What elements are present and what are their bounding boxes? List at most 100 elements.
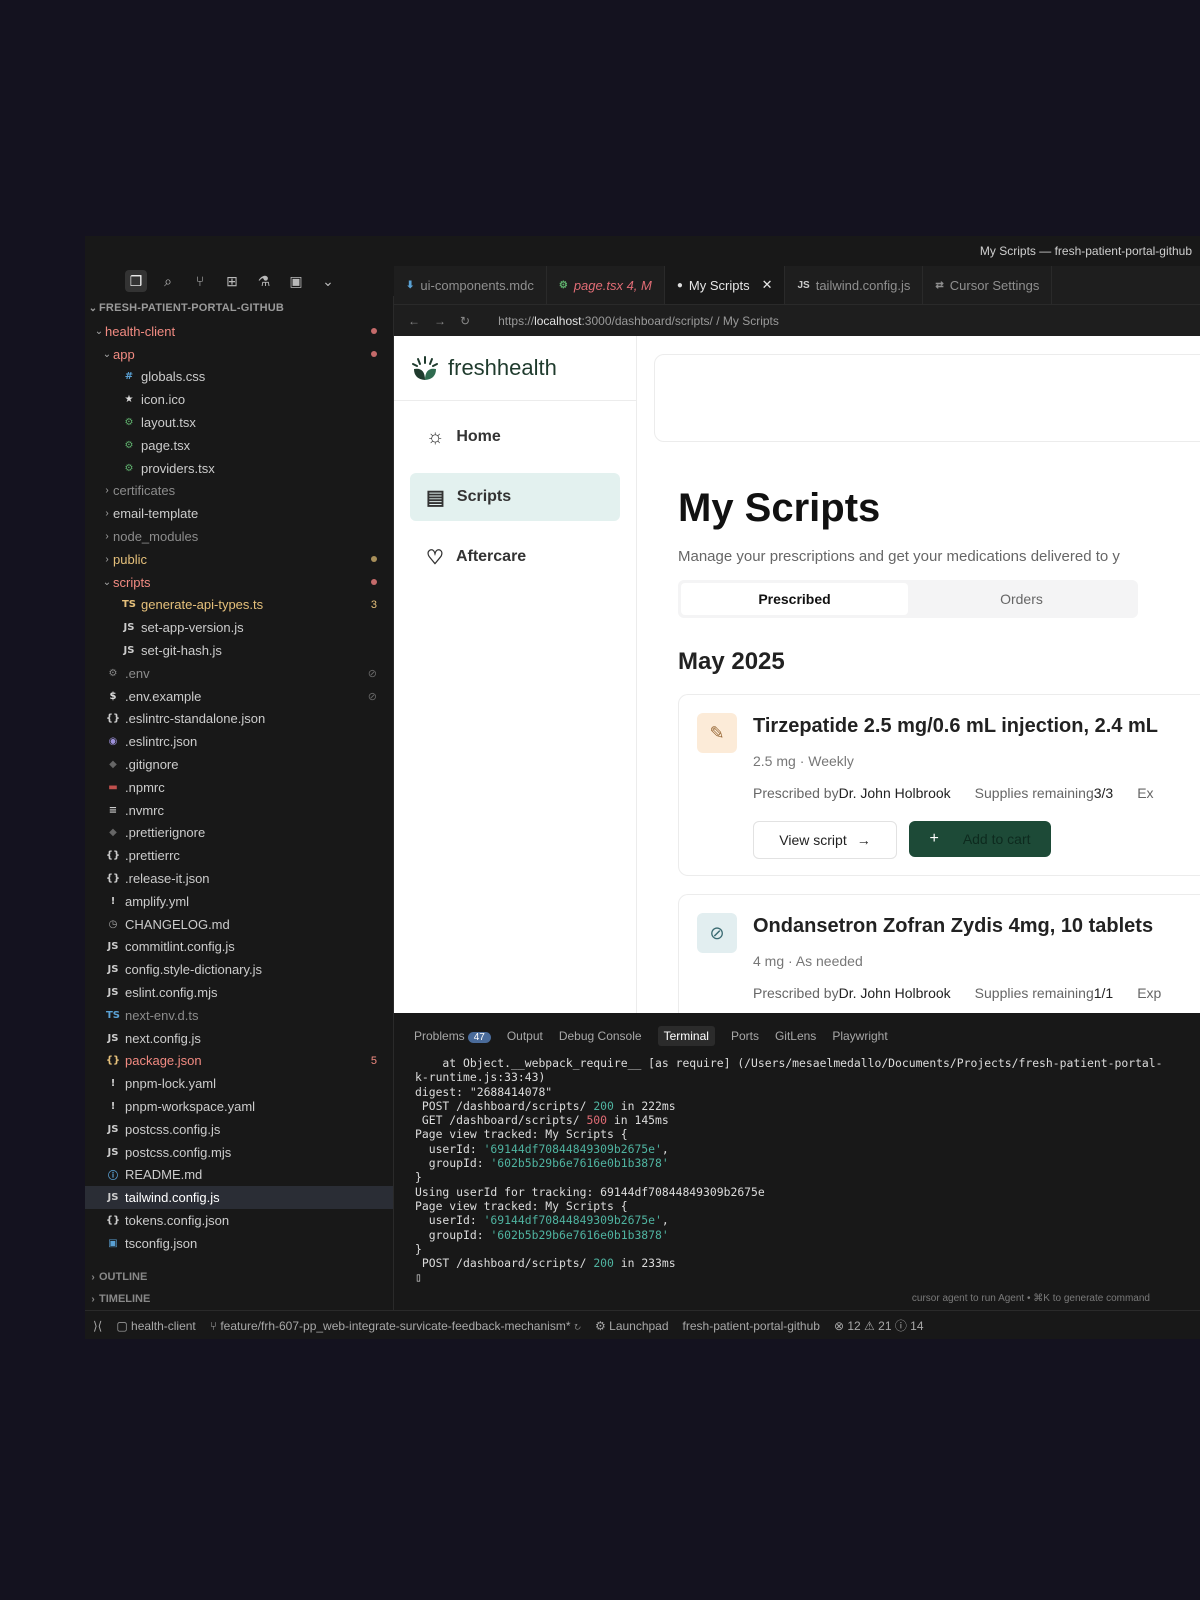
chevron-down-icon[interactable]: ⌄	[317, 270, 339, 292]
tree-item[interactable]: ! pnpm-lock.yaml	[85, 1072, 393, 1095]
nav-label: Home	[456, 428, 501, 445]
tab-playwright[interactable]: Playwright	[832, 1029, 887, 1043]
tree-item[interactable]: ★ icon.ico	[85, 388, 393, 411]
editor-tab[interactable]: ● My Scripts ✕	[664, 266, 786, 304]
tree-item[interactable]: {} tokens.config.json	[85, 1209, 393, 1232]
status-branch[interactable]: ⑂ feature/frh-607-pp_web-integrate-survi…	[210, 1319, 581, 1333]
tree-item[interactable]: ⚙ providers.tsx	[85, 457, 393, 480]
tree-item[interactable]: ◉ .eslintrc.json	[85, 730, 393, 753]
tree-item-label: .release-it.json	[125, 871, 210, 887]
extensions-icon[interactable]: ⊞	[221, 270, 243, 292]
forward-icon[interactable]: →	[434, 314, 446, 328]
tree-item[interactable]: {} .release-it.json	[85, 867, 393, 890]
source-control-icon[interactable]: ⑂	[189, 270, 211, 292]
tree-item[interactable]: JS postcss.config.mjs	[85, 1141, 393, 1164]
tree-item[interactable]: ▬ .npmrc	[85, 776, 393, 799]
tree-item[interactable]: JS next.config.js	[85, 1027, 393, 1050]
status-problems[interactable]: ⊗ 12 ⚠ 21 ⓘ 14	[834, 1317, 924, 1334]
tree-item[interactable]: ▣ tsconfig.json	[85, 1232, 393, 1255]
nav-home[interactable]: ☼ Home	[410, 413, 620, 461]
nav-aftercare[interactable]: ♡ Aftercare	[410, 533, 620, 581]
url-field[interactable]: https://localhost:3000/dashboard/scripts…	[498, 314, 779, 328]
terminal-output[interactable]: at Object.__webpack_require__ [as requir…	[394, 1056, 1200, 1285]
tree-item[interactable]: {} package.json 5	[85, 1050, 393, 1073]
tree-item[interactable]: ! pnpm-workspace.yaml	[85, 1095, 393, 1118]
view-script-button[interactable]: View script →	[753, 821, 897, 859]
nav-scripts[interactable]: ▤ Scripts	[410, 473, 620, 521]
tab-orders[interactable]: Orders	[908, 583, 1135, 615]
tree-item[interactable]: JS tailwind.config.js	[85, 1186, 393, 1210]
explorer-sidebar: ⌄ FRESH-PATIENT-PORTAL-GITHUB ⌄ health-cl…	[85, 296, 394, 1310]
tree-item[interactable]: ⌄ app	[85, 343, 393, 366]
file-type-icon: JS	[107, 1123, 119, 1135]
tree-item[interactable]: ⌄ scripts	[85, 571, 393, 594]
tree-item[interactable]: $ .env.example ⊘	[85, 685, 393, 708]
status-folder[interactable]: ▢ health-client	[116, 1319, 195, 1333]
errors-count: 12	[847, 1319, 861, 1333]
tree-item[interactable]: JS postcss.config.js	[85, 1118, 393, 1141]
freshhealth-logo[interactable]: freshhealth	[394, 336, 636, 401]
remote-icon[interactable]: ⟩⟨	[93, 1319, 102, 1333]
tree-item-label: icon.ico	[141, 392, 186, 408]
tab-problems[interactable]: Problems 47	[414, 1029, 491, 1043]
tree-item[interactable]: ⚙ .env ⊘	[85, 662, 393, 685]
status-launchpad[interactable]: ⚙ Launchpad	[595, 1319, 668, 1333]
tree-item[interactable]: {} .eslintrc-standalone.json	[85, 708, 393, 731]
tree-item[interactable]: ⌄ health-client	[85, 320, 393, 343]
tree-item[interactable]: JS set-git-hash.js	[85, 639, 393, 662]
tree-item[interactable]: › email-template	[85, 502, 393, 525]
search-icon[interactable]: ⌕	[157, 270, 179, 292]
add-to-cart-button[interactable]: + Add to cart	[909, 821, 1051, 857]
back-icon[interactable]: ←	[408, 314, 420, 328]
tab-ports[interactable]: Ports	[731, 1029, 759, 1043]
editor-tab[interactable]: ⬇ ui-components.mdc	[394, 266, 547, 304]
editor-tab[interactable]: ⇄ Cursor Settings	[923, 266, 1053, 304]
terminal-hint: cursor agent to run Agent • ⌘K to genera…	[911, 1293, 1150, 1304]
tree-item[interactable]: › node_modules	[85, 525, 393, 548]
tree-item-label: .prettierrc	[125, 848, 180, 864]
remote-icon[interactable]: ▣	[285, 270, 307, 292]
file-type-icon: TS	[105, 1009, 121, 1021]
tree-item[interactable]: JS eslint.config.mjs	[85, 981, 393, 1004]
tree-item[interactable]: ! amplify.yml	[85, 890, 393, 913]
tree-item[interactable]: TS generate-api-types.ts 3	[85, 594, 393, 617]
timeline-section[interactable]: › TIMELINE	[85, 1288, 395, 1310]
tree-item[interactable]: ⚙ layout.tsx	[85, 411, 393, 434]
tree-item[interactable]: › certificates	[85, 480, 393, 503]
tree-item[interactable]: TS next-env.d.ts	[85, 1004, 393, 1027]
tab-gitlens[interactable]: GitLens	[775, 1029, 816, 1043]
file-type-icon: JS	[107, 941, 119, 953]
tree-item[interactable]: ◆ .gitignore	[85, 753, 393, 776]
status-bar: ⟩⟨ ▢ health-client ⑂ feature/frh-607-pp_…	[85, 1310, 1200, 1339]
tree-item[interactable]: ◆ .prettierignore	[85, 822, 393, 845]
tree-item[interactable]: ⓘ README.md	[85, 1163, 393, 1186]
tree-item[interactable]: ◷ CHANGELOG.md	[85, 913, 393, 936]
tree-item[interactable]: ⚙ page.tsx	[85, 434, 393, 457]
url-prefix: https://	[498, 314, 535, 328]
tab-debug-console[interactable]: Debug Console	[559, 1029, 642, 1043]
tree-item[interactable]: ≡ .nvmrc	[85, 799, 393, 822]
status-repo[interactable]: fresh-patient-portal-github	[683, 1319, 820, 1333]
outline-label: OUTLINE	[99, 1271, 148, 1283]
tree-item[interactable]: JS config.style-dictionary.js	[85, 958, 393, 981]
tree-item[interactable]: JS commitlint.config.js	[85, 936, 393, 959]
explorer-root[interactable]: ⌄ FRESH-PATIENT-PORTAL-GITHUB	[85, 296, 393, 320]
outline-section[interactable]: › OUTLINE	[85, 1266, 395, 1288]
editor-tab[interactable]: ⚙ page.tsx 4, M	[547, 266, 665, 304]
window-title: My Scripts — fresh-patient-portal-github	[85, 236, 1200, 266]
tab-prescribed[interactable]: Prescribed	[681, 583, 908, 615]
activity-bar: ❐ ⌕ ⑂ ⊞ ⚗ ▣ ⌄	[85, 266, 393, 296]
tree-item[interactable]: JS set-app-version.js	[85, 616, 393, 639]
tab-terminal[interactable]: Terminal	[657, 1026, 715, 1046]
doctor-name: Dr. John Holbrook	[838, 985, 951, 1001]
tree-item[interactable]: {} .prettierrc	[85, 844, 393, 867]
files-icon[interactable]: ❐	[125, 270, 147, 292]
tab-output[interactable]: Output	[507, 1029, 543, 1043]
editor-tab[interactable]: JS tailwind.config.js	[785, 266, 924, 304]
tree-item[interactable]: # globals.css	[85, 366, 393, 389]
tab-label: tailwind.config.js	[815, 277, 911, 293]
close-icon[interactable]: ✕	[762, 277, 773, 293]
reload-icon[interactable]: ↻	[460, 314, 470, 328]
testing-icon[interactable]: ⚗	[253, 270, 275, 292]
tree-item[interactable]: › public	[85, 548, 393, 571]
